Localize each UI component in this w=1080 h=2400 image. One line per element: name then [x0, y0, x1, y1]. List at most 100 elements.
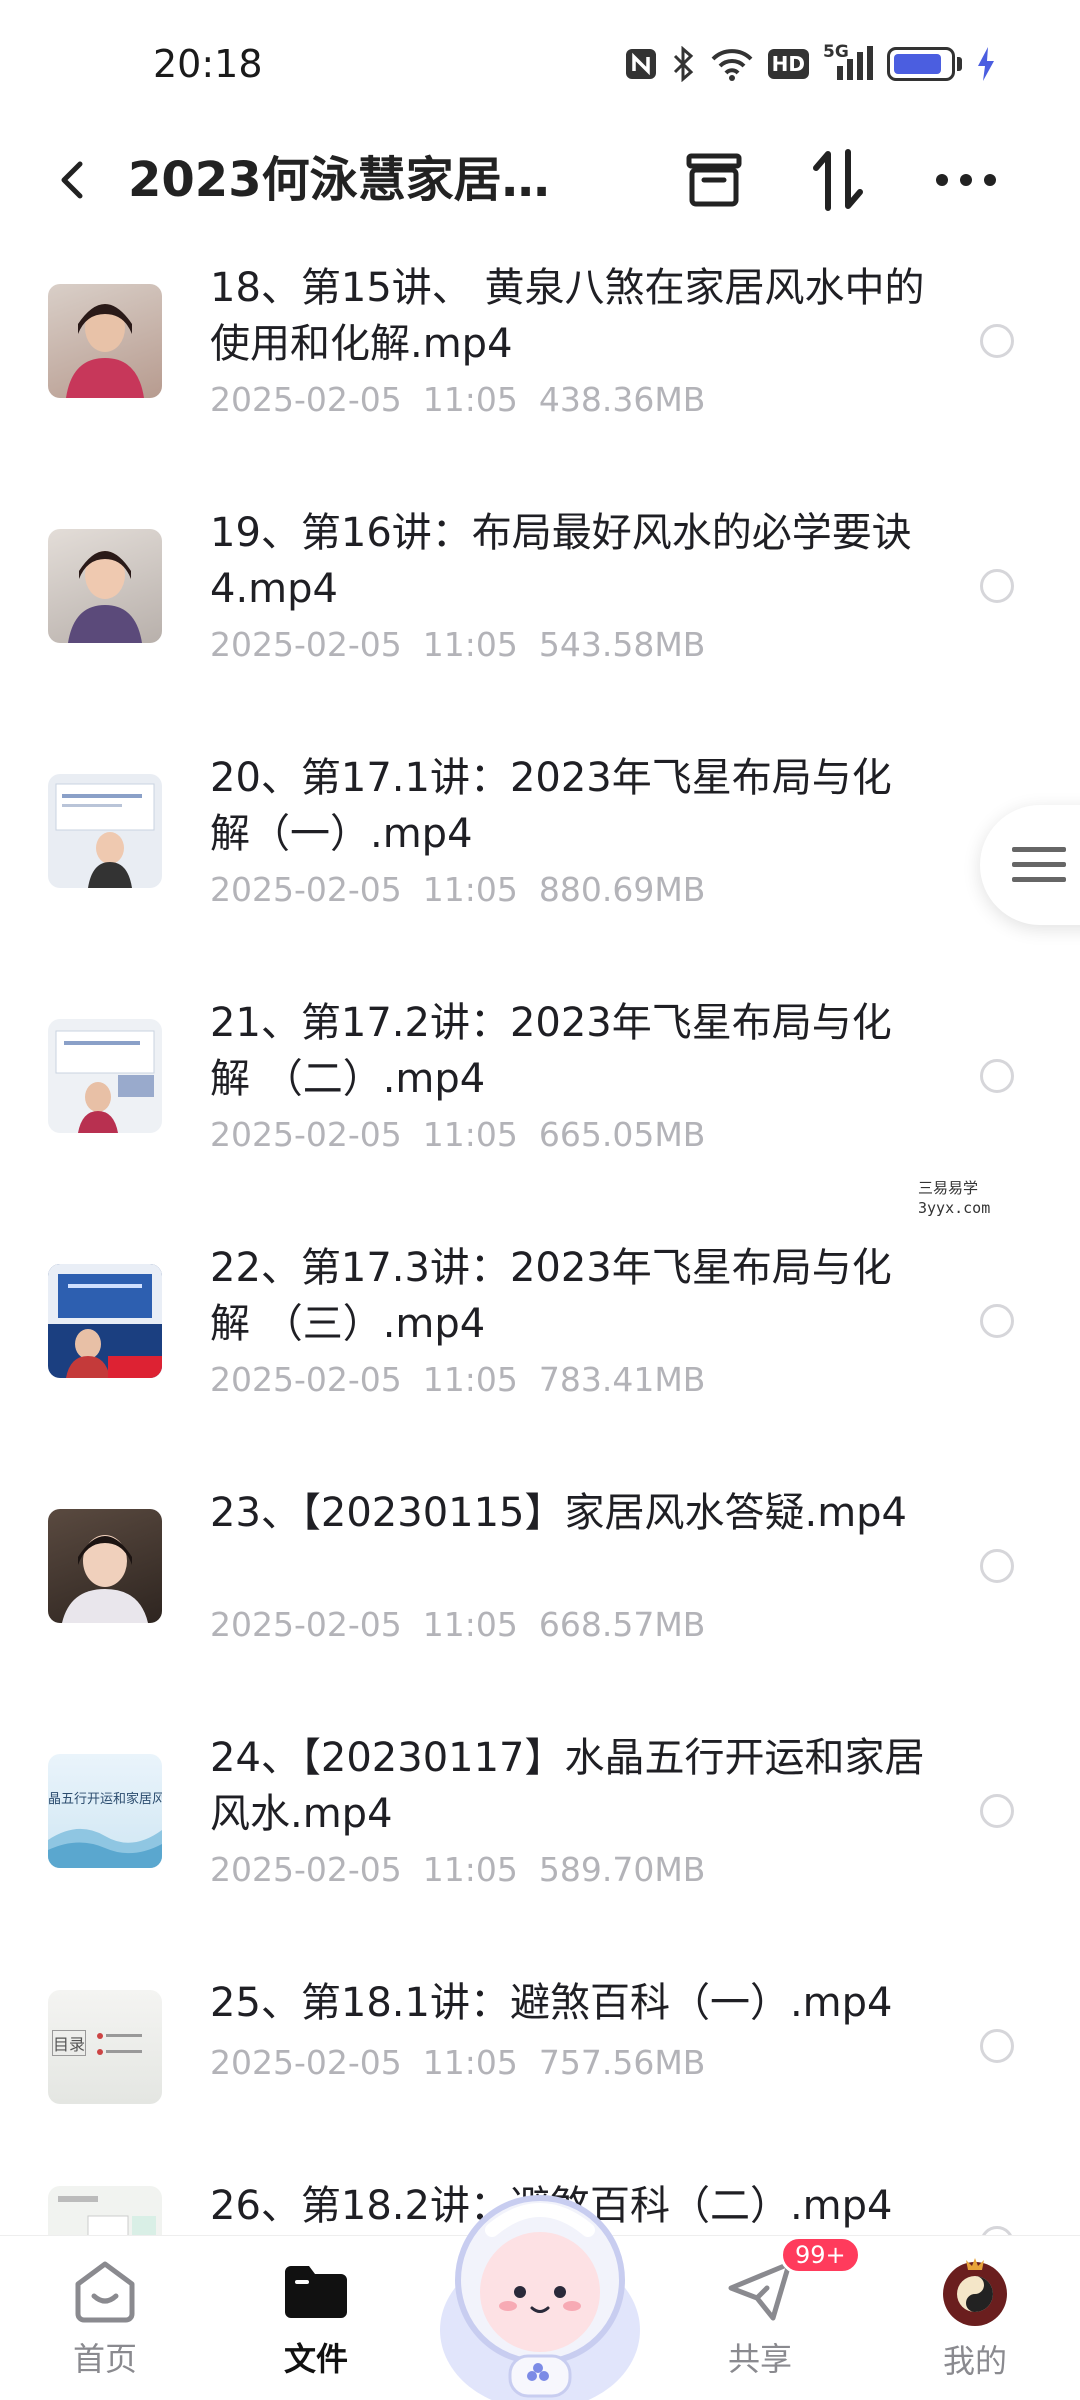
file-size: 589.70MB — [538, 1850, 706, 1889]
video-thumbnail: 晶五行开运和家居风 — [48, 1754, 162, 1868]
file-meta: 2025-02-05 11:05 668.57MB — [210, 1605, 705, 1644]
home-icon — [75, 2261, 135, 2323]
select-checkbox[interactable] — [980, 1794, 1014, 1828]
file-meta: 2025-02-05 11:05 783.41MB — [210, 1360, 705, 1399]
slide-thumbnail-image — [97, 2033, 142, 2055]
select-checkbox[interactable] — [980, 2029, 1014, 2063]
file-item[interactable]: 19、第16讲：布局最好风水的必学要诀4.mp4 2025-02-05 11:0… — [0, 495, 1080, 725]
file-name: 25、第18.1讲：避煞百科（一）.mp4 — [210, 1980, 893, 2026]
battery-icon — [887, 47, 962, 81]
person-thumbnail-image — [68, 551, 142, 643]
file-name: 18、第15讲、 黄泉八煞在家居风水中的使用和化解.mp4 — [210, 265, 925, 367]
status-bar: 20:18 HD 5G — [0, 0, 1080, 130]
assistant-mascot-button[interactable] — [432, 2180, 648, 2400]
wifi-icon — [710, 47, 754, 81]
bluetooth-icon — [672, 46, 696, 82]
file-name: 21、第17.2讲：2023年飞星布局与化解 （二）.mp4 — [210, 1000, 892, 1102]
file-name: 22、第17.3讲：2023年飞星布局与化解 （三）.mp4 — [210, 1245, 892, 1347]
video-thumbnail — [48, 774, 162, 888]
file-time: 11:05 — [422, 1115, 518, 1154]
file-size: 665.05MB — [538, 1115, 706, 1154]
nfc-icon — [624, 47, 658, 81]
video-thumbnail — [48, 529, 162, 643]
file-item[interactable]: 晶五行开运和家居风 24、【20230117】水晶五行开运和家居风水.mp4 2… — [0, 1720, 1080, 1950]
video-thumbnail — [48, 1019, 162, 1133]
watermark-line2: 3yyx.com — [918, 1199, 991, 1217]
slide-thumbnail-image — [48, 1264, 162, 1378]
nav-mine[interactable]: 我的 — [905, 2256, 1045, 2386]
person-thumbnail-image — [62, 1535, 148, 1623]
back-arrow-icon — [61, 161, 83, 199]
file-time: 11:05 — [422, 625, 518, 664]
file-size: 543.58MB — [538, 625, 706, 664]
battery-fill — [894, 54, 941, 74]
file-item[interactable]: 20、第17.1讲：2023年飞星布局与化解（一）.mp4 2025-02-05… — [0, 740, 1080, 970]
file-time: 11:05 — [422, 1605, 518, 1644]
select-checkbox[interactable] — [980, 1059, 1014, 1093]
slide-thumbnail-image — [55, 783, 155, 888]
select-checkbox[interactable] — [980, 1304, 1014, 1338]
video-thumbnail — [48, 1509, 162, 1623]
more-button[interactable] — [932, 146, 1000, 214]
select-checkbox[interactable] — [980, 324, 1014, 358]
video-thumbnail — [48, 284, 162, 398]
file-date: 2025-02-05 — [210, 870, 402, 909]
select-checkbox[interactable] — [980, 1549, 1014, 1583]
file-date: 2025-02-05 — [210, 1850, 402, 1889]
archive-icon — [686, 153, 742, 207]
top-bar: 2023何泳慧家居风... — [0, 140, 1080, 220]
file-meta: 2025-02-05 11:05 665.05MB — [210, 1115, 705, 1154]
file-date: 2025-02-05 — [210, 1605, 402, 1644]
file-date: 2025-02-05 — [210, 1115, 402, 1154]
file-item[interactable]: 目录 25、第18.1讲：避煞百科（一）.mp4 2025-02-05 11:0… — [0, 1965, 1080, 2165]
folder-icon — [285, 2266, 347, 2318]
sort-button[interactable] — [804, 146, 872, 214]
video-thumbnail: 目录 — [48, 1990, 162, 2104]
nav-home[interactable]: 首页 — [35, 2256, 175, 2386]
file-size: 668.57MB — [538, 1605, 706, 1644]
charging-icon — [976, 46, 996, 82]
file-item[interactable]: 22、第17.3讲：2023年飞星布局与化解 （三）.mp4 2025-02-0… — [0, 1230, 1080, 1460]
status-icons: HD 5G — [624, 42, 996, 82]
archive-button[interactable] — [680, 146, 748, 214]
file-time: 11:05 — [422, 1850, 518, 1889]
file-date: 2025-02-05 — [210, 1360, 402, 1399]
file-list: 18、第15讲、 黄泉八煞在家居风水中的使用和化解.mp4 2025-02-05… — [0, 250, 1080, 2250]
menu-lines-icon — [1012, 847, 1066, 882]
file-item[interactable]: 23、【20230115】家居风水答疑.mp4 2025-02-05 11:05… — [0, 1475, 1080, 1705]
folder-title: 2023何泳慧家居风... — [128, 152, 588, 208]
more-icon — [936, 174, 996, 186]
video-thumbnail — [48, 1264, 162, 1378]
avatar-icon — [943, 2258, 1007, 2326]
file-item[interactable]: 18、第15讲、 黄泉八煞在家居风水中的使用和化解.mp4 2025-02-05… — [0, 250, 1080, 480]
nav-share[interactable]: 共享 — [690, 2256, 830, 2386]
nav-share-label: 共享 — [727, 2340, 792, 2378]
file-meta: 2025-02-05 11:05 589.70MB — [210, 1850, 705, 1889]
file-meta: 2025-02-05 11:05 880.69MB — [210, 870, 705, 909]
file-name: 20、第17.1讲：2023年飞星布局与化解（一）.mp4 — [210, 755, 892, 857]
battery-body — [887, 47, 955, 81]
file-name: 24、【20230117】水晶五行开运和家居风水.mp4 — [210, 1735, 925, 1837]
sort-icon — [813, 149, 863, 211]
file-size: 880.69MB — [538, 870, 706, 909]
thumbnail-text: 晶五行开运和家居风 — [48, 1792, 162, 1807]
file-time: 11:05 — [422, 380, 518, 419]
file-date: 2025-02-05 — [210, 380, 402, 419]
file-size: 757.56MB — [538, 2043, 706, 2082]
watermark-line1: 三易易学 — [918, 1179, 979, 1197]
file-time: 11:05 — [422, 1360, 518, 1399]
file-name: 23、【20230115】家居风水答疑.mp4 — [210, 1490, 908, 1536]
file-date: 2025-02-05 — [210, 625, 402, 664]
share-count-badge: 99+ — [780, 2236, 861, 2274]
nav-files-label: 文件 — [283, 2340, 348, 2378]
back-button[interactable] — [46, 152, 102, 208]
file-time: 11:05 — [422, 870, 518, 909]
status-time: 20:18 — [153, 42, 263, 86]
file-name: 19、第16讲：布局最好风水的必学要诀4.mp4 — [210, 510, 912, 612]
select-checkbox[interactable] — [980, 569, 1014, 603]
person-thumbnail-image — [66, 304, 144, 398]
mascot-icon — [440, 2195, 640, 2400]
nav-home-label: 首页 — [72, 2340, 137, 2378]
nav-files[interactable]: 文件 — [246, 2256, 386, 2386]
watermark: 三易易学 3yyx.com — [918, 1178, 990, 1218]
